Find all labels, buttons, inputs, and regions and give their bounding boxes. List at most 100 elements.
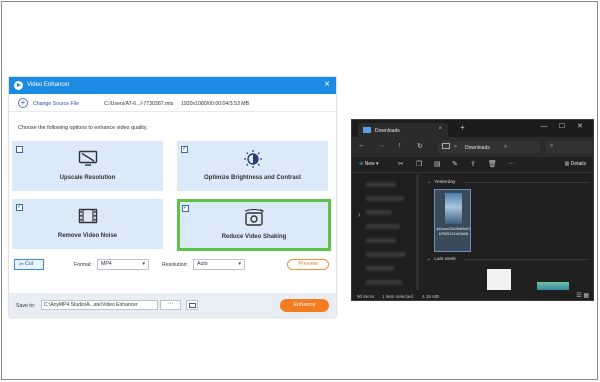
status-bar: 90 items 1 item selected 4.19 MB ☰ ▦ xyxy=(352,290,593,300)
window-controls: — ☐ ✕ xyxy=(535,122,589,130)
details-label: Details xyxy=(570,161,586,167)
resolution-label: Resolution: xyxy=(162,262,188,268)
format-value: MP4 xyxy=(101,261,112,267)
minimize-icon[interactable]: — xyxy=(535,123,553,130)
share-icon[interactable]: ⇪ xyxy=(470,160,476,168)
close-window-icon[interactable]: ✕ xyxy=(571,122,589,130)
tab-close-icon[interactable]: × xyxy=(438,126,442,132)
plus-icon: ⊕ xyxy=(359,161,364,167)
selection-count: 1 item selected xyxy=(382,293,413,299)
new-tab-button[interactable]: + xyxy=(460,123,465,132)
nav-item-blurred[interactable] xyxy=(366,210,392,215)
monitor-icon xyxy=(442,143,450,149)
nav-item-blurred[interactable] xyxy=(366,238,396,243)
brightness-icon xyxy=(243,150,263,173)
option-reduce-shaking[interactable]: ✓ Reduce Video Shaking xyxy=(177,199,331,251)
optimize-label: Optimize Brightness and Contrast xyxy=(203,175,301,181)
paste-icon[interactable]: ▤ xyxy=(434,160,441,168)
preview-button[interactable]: Preview xyxy=(287,259,329,270)
shaking-label: Reduce Video Shaking xyxy=(221,234,287,240)
option-remove-noise[interactable]: ✓ Remove Video Noise xyxy=(12,199,163,249)
more-icon[interactable]: ··· xyxy=(508,160,515,167)
address-bar[interactable]: > Downloads > xyxy=(438,141,540,153)
search-icon: ⌕ xyxy=(550,143,554,149)
enhancer-title: Video Enhancer xyxy=(27,82,70,88)
view-toggle-icons[interactable]: ☰ ▦ xyxy=(576,292,589,299)
video-thumbnail xyxy=(445,193,462,224)
save-path-field[interactable]: C:\AnyMP4 Studio\A...ate\Video Enhancer xyxy=(41,300,158,310)
back-arrow-icon[interactable]: ← xyxy=(358,142,365,149)
cut-button[interactable]: ✂ Cut xyxy=(14,259,44,270)
up-arrow-icon[interactable]: ↑ xyxy=(398,142,402,149)
explorer-toolbar: ⊕ New ▾ ✂ ❐ ▤ ✎ ⇪ 🗑 ··· ▥ Details xyxy=(352,157,593,173)
scissors-icon: ✂ xyxy=(19,262,25,268)
selection-size: 4.19 MB xyxy=(422,293,440,299)
tab-title: Downloads xyxy=(375,127,400,134)
chevron-right-icon[interactable]: › xyxy=(358,212,360,219)
tab-downloads[interactable]: Downloads × xyxy=(358,123,448,137)
chevron-down-icon: ▾ xyxy=(142,261,145,267)
noise-label: Remove Video Noise xyxy=(57,233,118,239)
new-label: New xyxy=(364,161,375,167)
resolution-select[interactable]: Auto ▾ xyxy=(193,259,245,270)
search-box[interactable]: ⌕ xyxy=(546,141,592,153)
option-upscale-resolution[interactable]: Upscale Resolution xyxy=(12,141,163,191)
file-name: a62acc33e2bdf9a57b7939221b24b08 xyxy=(436,227,471,236)
add-source-icon[interactable]: + xyxy=(18,98,28,108)
monitor-slash-icon xyxy=(78,150,98,171)
noise-checkbox[interactable]: ✓ xyxy=(16,204,23,211)
group-header-yesterday[interactable]: ⌄ Yesterday xyxy=(427,179,455,185)
nav-item-blurred[interactable] xyxy=(366,252,406,257)
app-logo-icon xyxy=(14,81,23,90)
chevron-right-icon: > xyxy=(454,144,457,150)
nav-item-blurred[interactable] xyxy=(366,280,402,285)
group-divider xyxy=(464,182,589,183)
optimize-checkbox[interactable]: ✓ xyxy=(181,146,188,153)
cut-label: Cut xyxy=(24,261,34,267)
details-button[interactable]: ▥ Details xyxy=(565,161,586,167)
file-explorer-window: Downloads × + — ☐ ✕ ← → ↑ ↻ > Downloads > … xyxy=(351,119,594,301)
nav-item-blurred[interactable] xyxy=(366,182,396,187)
nav-item-blurred[interactable] xyxy=(366,224,400,229)
group-header-last-week[interactable]: ⌄ Last week xyxy=(427,256,456,262)
new-button[interactable]: ⊕ New ▾ xyxy=(359,161,379,167)
save-to-label: Save to: xyxy=(16,303,36,309)
instructions-text: Choose the following options to enhance … xyxy=(18,125,148,131)
close-icon[interactable]: × xyxy=(324,79,330,91)
details-icon: ▥ xyxy=(564,161,570,167)
file-list-pane: ⌄ Yesterday a62acc33e2bdf9a57b7939221b24b… xyxy=(419,174,593,292)
nav-item-blurred[interactable] xyxy=(366,266,394,271)
format-select[interactable]: MP4 ▾ xyxy=(97,259,149,270)
explorer-tab-bar: Downloads × + — ☐ ✕ xyxy=(352,120,593,137)
chevron-right-icon: > xyxy=(504,144,507,150)
shaking-checkbox[interactable]: ✓ xyxy=(182,205,189,212)
change-source-button[interactable]: Change Source File xyxy=(33,101,79,107)
refresh-icon[interactable]: ↻ xyxy=(417,142,423,150)
chevron-down-icon: ▾ xyxy=(238,261,241,267)
maximize-icon[interactable]: ☐ xyxy=(553,122,571,130)
forward-arrow-icon[interactable]: → xyxy=(378,142,385,149)
file-thumbnail[interactable] xyxy=(487,269,511,291)
cut-icon[interactable]: ✂ xyxy=(398,160,404,168)
folder-icon xyxy=(189,303,196,308)
browse-button[interactable]: ··· xyxy=(160,300,181,310)
open-folder-button[interactable] xyxy=(186,300,198,310)
folder-icon xyxy=(363,127,371,133)
file-item-selected[interactable]: a62acc33e2bdf9a57b7939221b24b08 xyxy=(434,189,471,252)
screenshot-frame: Video Enhancer × + Change Source File C:… xyxy=(1,1,598,380)
nav-item-blurred[interactable] xyxy=(366,196,404,201)
delete-icon[interactable]: 🗑 xyxy=(488,160,497,168)
explorer-nav-bar: ← → ↑ ↻ > Downloads > ⌕ xyxy=(352,137,593,157)
source-file-meta: 1920x1080/00:00:04/3.53 MB xyxy=(181,100,250,107)
upscale-checkbox[interactable] xyxy=(16,146,23,153)
copy-icon[interactable]: ❐ xyxy=(416,160,422,168)
chevron-down-icon: ⌄ xyxy=(427,179,432,185)
chevron-down-icon: ⌄ xyxy=(427,256,432,262)
option-optimize-brightness[interactable]: ✓ Optimize Brightness and Contrast xyxy=(177,141,328,191)
source-file-path: C:/Users/AT-6...l-7730387.mts xyxy=(104,100,174,107)
rename-icon[interactable]: ✎ xyxy=(452,160,458,168)
item-count: 90 items xyxy=(357,293,375,299)
enhance-button[interactable]: Enhance xyxy=(280,299,329,312)
stabilize-camera-icon xyxy=(243,208,265,232)
resolution-value: Auto xyxy=(197,261,208,267)
